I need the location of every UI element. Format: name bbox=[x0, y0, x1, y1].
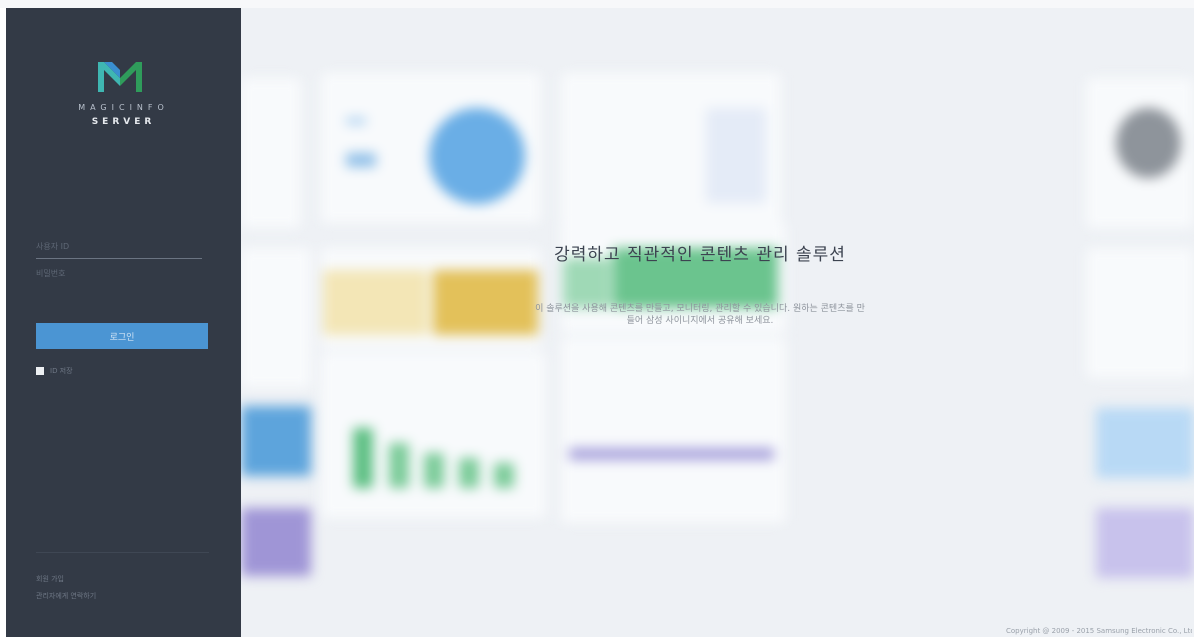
copyright-text: Copyright @ 2009 - 2015 Samsung Electron… bbox=[1006, 627, 1192, 635]
brand-subtitle: SERVER bbox=[91, 117, 156, 127]
signup-link[interactable]: 회원 가입 bbox=[36, 574, 64, 584]
brand-name: MAGICINFO bbox=[78, 103, 169, 112]
login-panel: MAGICINFO SERVER 로그인 ID 저장 회원 가입 관리자에게 연… bbox=[6, 8, 241, 637]
username-underline bbox=[36, 258, 202, 259]
hero-headline: 강력하고 직관적인 콘텐츠 관리 솔루션 bbox=[554, 245, 846, 265]
password-input[interactable] bbox=[36, 263, 202, 283]
login-button[interactable]: 로그인 bbox=[36, 323, 208, 349]
remember-id-checkbox[interactable] bbox=[36, 367, 44, 375]
contact-admin-link[interactable]: 관리자에게 연락하기 bbox=[36, 591, 96, 601]
remember-id-label: ID 저장 bbox=[50, 367, 73, 375]
username-input[interactable] bbox=[36, 236, 202, 256]
remember-id: ID 저장 bbox=[36, 366, 73, 376]
window-top-strip bbox=[0, 0, 1194, 8]
hero-description: 이 솔루션을 사용해 콘텐츠를 만들고, 모니터링, 관리할 수 있습니다. 원… bbox=[535, 304, 865, 326]
magicinfo-logo-icon bbox=[98, 60, 148, 96]
panel-divider bbox=[36, 552, 209, 553]
